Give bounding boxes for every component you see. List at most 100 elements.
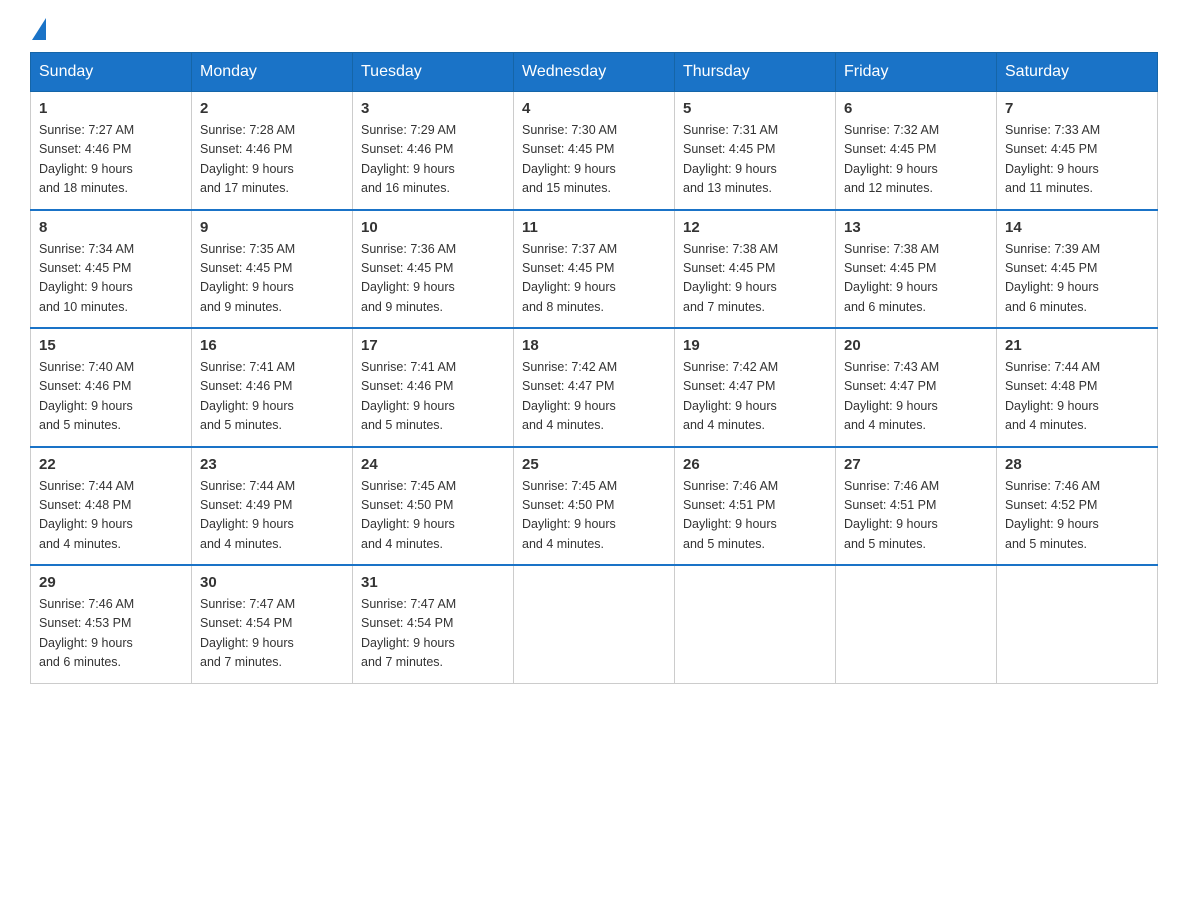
weekday-header-monday: Monday <box>192 53 353 92</box>
weekday-header-row: SundayMondayTuesdayWednesdayThursdayFrid… <box>31 53 1158 92</box>
calendar-body: 1 Sunrise: 7:27 AMSunset: 4:46 PMDayligh… <box>31 92 1158 684</box>
day-number: 1 <box>39 100 183 117</box>
calendar-cell: 4 Sunrise: 7:30 AMSunset: 4:45 PMDayligh… <box>514 92 675 210</box>
day-number: 22 <box>39 456 183 473</box>
day-info: Sunrise: 7:45 AMSunset: 4:50 PMDaylight:… <box>361 477 505 555</box>
day-number: 6 <box>844 100 988 117</box>
day-info: Sunrise: 7:40 AMSunset: 4:46 PMDaylight:… <box>39 358 183 436</box>
day-number: 20 <box>844 337 988 354</box>
calendar-cell: 10 Sunrise: 7:36 AMSunset: 4:45 PMDaylig… <box>353 210 514 329</box>
calendar-cell: 21 Sunrise: 7:44 AMSunset: 4:48 PMDaylig… <box>997 328 1158 447</box>
weekday-header-tuesday: Tuesday <box>353 53 514 92</box>
day-info: Sunrise: 7:43 AMSunset: 4:47 PMDaylight:… <box>844 358 988 436</box>
day-number: 18 <box>522 337 666 354</box>
calendar-cell: 29 Sunrise: 7:46 AMSunset: 4:53 PMDaylig… <box>31 565 192 683</box>
day-number: 7 <box>1005 100 1149 117</box>
day-number: 12 <box>683 219 827 236</box>
calendar-cell <box>514 565 675 683</box>
day-number: 14 <box>1005 219 1149 236</box>
calendar-cell: 9 Sunrise: 7:35 AMSunset: 4:45 PMDayligh… <box>192 210 353 329</box>
day-info: Sunrise: 7:46 AMSunset: 4:51 PMDaylight:… <box>683 477 827 555</box>
day-info: Sunrise: 7:44 AMSunset: 4:48 PMDaylight:… <box>39 477 183 555</box>
day-info: Sunrise: 7:46 AMSunset: 4:52 PMDaylight:… <box>1005 477 1149 555</box>
calendar-cell: 15 Sunrise: 7:40 AMSunset: 4:46 PMDaylig… <box>31 328 192 447</box>
day-number: 2 <box>200 100 344 117</box>
calendar-cell: 31 Sunrise: 7:47 AMSunset: 4:54 PMDaylig… <box>353 565 514 683</box>
calendar-cell: 12 Sunrise: 7:38 AMSunset: 4:45 PMDaylig… <box>675 210 836 329</box>
day-info: Sunrise: 7:41 AMSunset: 4:46 PMDaylight:… <box>200 358 344 436</box>
day-info: Sunrise: 7:47 AMSunset: 4:54 PMDaylight:… <box>200 595 344 673</box>
day-info: Sunrise: 7:28 AMSunset: 4:46 PMDaylight:… <box>200 121 344 199</box>
day-number: 19 <box>683 337 827 354</box>
day-number: 10 <box>361 219 505 236</box>
calendar-cell: 22 Sunrise: 7:44 AMSunset: 4:48 PMDaylig… <box>31 447 192 566</box>
day-info: Sunrise: 7:45 AMSunset: 4:50 PMDaylight:… <box>522 477 666 555</box>
calendar-cell: 14 Sunrise: 7:39 AMSunset: 4:45 PMDaylig… <box>997 210 1158 329</box>
calendar-cell: 20 Sunrise: 7:43 AMSunset: 4:47 PMDaylig… <box>836 328 997 447</box>
logo <box>30 20 48 42</box>
calendar-cell: 19 Sunrise: 7:42 AMSunset: 4:47 PMDaylig… <box>675 328 836 447</box>
weekday-header-thursday: Thursday <box>675 53 836 92</box>
day-info: Sunrise: 7:39 AMSunset: 4:45 PMDaylight:… <box>1005 240 1149 318</box>
day-info: Sunrise: 7:44 AMSunset: 4:49 PMDaylight:… <box>200 477 344 555</box>
day-info: Sunrise: 7:47 AMSunset: 4:54 PMDaylight:… <box>361 595 505 673</box>
day-number: 11 <box>522 219 666 236</box>
calendar-week-row: 22 Sunrise: 7:44 AMSunset: 4:48 PMDaylig… <box>31 447 1158 566</box>
day-number: 21 <box>1005 337 1149 354</box>
weekday-header-saturday: Saturday <box>997 53 1158 92</box>
day-info: Sunrise: 7:35 AMSunset: 4:45 PMDaylight:… <box>200 240 344 318</box>
day-number: 9 <box>200 219 344 236</box>
weekday-header-wednesday: Wednesday <box>514 53 675 92</box>
calendar-cell: 17 Sunrise: 7:41 AMSunset: 4:46 PMDaylig… <box>353 328 514 447</box>
calendar-week-row: 15 Sunrise: 7:40 AMSunset: 4:46 PMDaylig… <box>31 328 1158 447</box>
calendar-cell: 23 Sunrise: 7:44 AMSunset: 4:49 PMDaylig… <box>192 447 353 566</box>
day-info: Sunrise: 7:37 AMSunset: 4:45 PMDaylight:… <box>522 240 666 318</box>
day-info: Sunrise: 7:44 AMSunset: 4:48 PMDaylight:… <box>1005 358 1149 436</box>
day-number: 25 <box>522 456 666 473</box>
day-info: Sunrise: 7:42 AMSunset: 4:47 PMDaylight:… <box>683 358 827 436</box>
day-number: 24 <box>361 456 505 473</box>
day-info: Sunrise: 7:46 AMSunset: 4:51 PMDaylight:… <box>844 477 988 555</box>
day-info: Sunrise: 7:27 AMSunset: 4:46 PMDaylight:… <box>39 121 183 199</box>
day-info: Sunrise: 7:31 AMSunset: 4:45 PMDaylight:… <box>683 121 827 199</box>
day-number: 29 <box>39 574 183 591</box>
day-info: Sunrise: 7:30 AMSunset: 4:45 PMDaylight:… <box>522 121 666 199</box>
day-number: 3 <box>361 100 505 117</box>
calendar-cell: 27 Sunrise: 7:46 AMSunset: 4:51 PMDaylig… <box>836 447 997 566</box>
calendar-cell: 30 Sunrise: 7:47 AMSunset: 4:54 PMDaylig… <box>192 565 353 683</box>
calendar-cell: 25 Sunrise: 7:45 AMSunset: 4:50 PMDaylig… <box>514 447 675 566</box>
calendar-cell: 3 Sunrise: 7:29 AMSunset: 4:46 PMDayligh… <box>353 92 514 210</box>
weekday-header-friday: Friday <box>836 53 997 92</box>
calendar-cell: 26 Sunrise: 7:46 AMSunset: 4:51 PMDaylig… <box>675 447 836 566</box>
calendar-week-row: 29 Sunrise: 7:46 AMSunset: 4:53 PMDaylig… <box>31 565 1158 683</box>
day-number: 8 <box>39 219 183 236</box>
calendar-cell <box>675 565 836 683</box>
day-info: Sunrise: 7:29 AMSunset: 4:46 PMDaylight:… <box>361 121 505 199</box>
calendar-cell: 8 Sunrise: 7:34 AMSunset: 4:45 PMDayligh… <box>31 210 192 329</box>
day-number: 5 <box>683 100 827 117</box>
calendar-cell: 24 Sunrise: 7:45 AMSunset: 4:50 PMDaylig… <box>353 447 514 566</box>
page-header <box>30 20 1158 42</box>
day-info: Sunrise: 7:46 AMSunset: 4:53 PMDaylight:… <box>39 595 183 673</box>
day-number: 28 <box>1005 456 1149 473</box>
day-info: Sunrise: 7:38 AMSunset: 4:45 PMDaylight:… <box>683 240 827 318</box>
calendar-cell: 1 Sunrise: 7:27 AMSunset: 4:46 PMDayligh… <box>31 92 192 210</box>
calendar-cell: 28 Sunrise: 7:46 AMSunset: 4:52 PMDaylig… <box>997 447 1158 566</box>
day-number: 4 <box>522 100 666 117</box>
calendar-header: SundayMondayTuesdayWednesdayThursdayFrid… <box>31 53 1158 92</box>
day-info: Sunrise: 7:33 AMSunset: 4:45 PMDaylight:… <box>1005 121 1149 199</box>
day-info: Sunrise: 7:41 AMSunset: 4:46 PMDaylight:… <box>361 358 505 436</box>
day-number: 23 <box>200 456 344 473</box>
day-info: Sunrise: 7:38 AMSunset: 4:45 PMDaylight:… <box>844 240 988 318</box>
calendar-cell: 6 Sunrise: 7:32 AMSunset: 4:45 PMDayligh… <box>836 92 997 210</box>
day-info: Sunrise: 7:34 AMSunset: 4:45 PMDaylight:… <box>39 240 183 318</box>
calendar-cell: 2 Sunrise: 7:28 AMSunset: 4:46 PMDayligh… <box>192 92 353 210</box>
day-info: Sunrise: 7:32 AMSunset: 4:45 PMDaylight:… <box>844 121 988 199</box>
day-info: Sunrise: 7:36 AMSunset: 4:45 PMDaylight:… <box>361 240 505 318</box>
calendar-cell: 11 Sunrise: 7:37 AMSunset: 4:45 PMDaylig… <box>514 210 675 329</box>
calendar-cell <box>997 565 1158 683</box>
day-info: Sunrise: 7:42 AMSunset: 4:47 PMDaylight:… <box>522 358 666 436</box>
day-number: 31 <box>361 574 505 591</box>
day-number: 15 <box>39 337 183 354</box>
weekday-header-sunday: Sunday <box>31 53 192 92</box>
